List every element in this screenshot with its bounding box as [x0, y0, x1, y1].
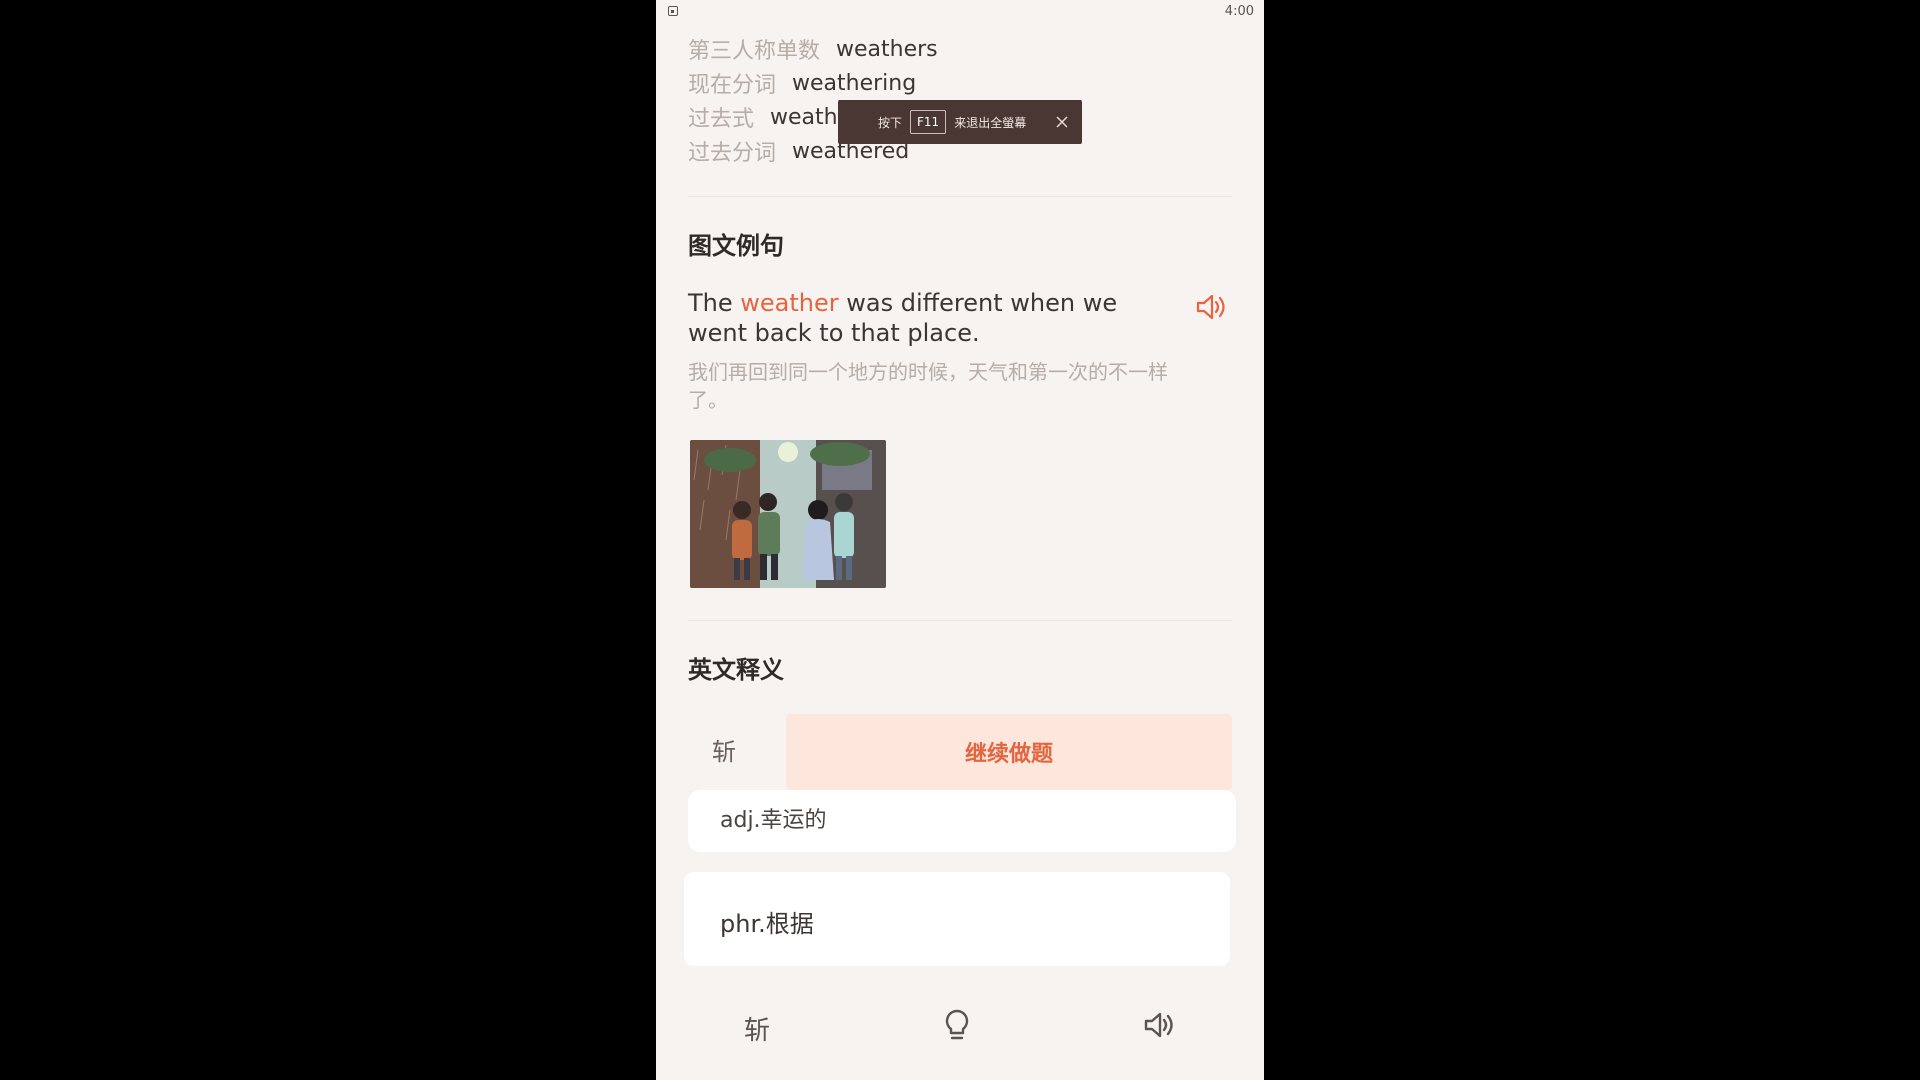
app-notification-icon [668, 6, 678, 16]
word-form-row: 第三人称单数 weathers [688, 32, 938, 66]
word-form-label: 现在分词 [688, 73, 777, 98]
word-form-value: weathers [836, 36, 938, 62]
close-icon[interactable] [1054, 114, 1070, 130]
section-divider [688, 196, 1232, 197]
example-illustration[interactable] [690, 440, 886, 588]
toast-key: F11 [910, 110, 947, 134]
speaker-icon[interactable] [1194, 292, 1228, 322]
toast-suffix: 来退出全螢幕 [954, 115, 1027, 130]
status-bar: 4:00 [656, 0, 1264, 24]
word-form-label: 第三人称单数 [688, 39, 821, 64]
sentence-part: The [688, 289, 741, 317]
word-form-label: 过去式 [688, 107, 755, 132]
word-form-value: weathering [792, 70, 917, 96]
bottom-toolbar: 斩 [656, 990, 1264, 1060]
english-definition-title: 英文释义 [688, 656, 784, 684]
word-form-label: 过去分词 [688, 141, 777, 166]
highlighted-word: weather [740, 289, 839, 317]
phrase-text: phr.根据 [720, 910, 814, 938]
lightbulb-icon[interactable] [943, 1008, 971, 1042]
answer-action-row: 斩 继续做题 [656, 706, 1264, 790]
bottom-skip-button[interactable]: 斩 [744, 1010, 770, 1047]
speaker-icon[interactable] [1142, 1010, 1176, 1040]
fullscreen-toast: 按下 F11 来退出全螢幕 [838, 100, 1082, 144]
status-time: 4:00 [1224, 4, 1254, 19]
definition-text: adj.幸运的 [720, 808, 827, 833]
continue-button[interactable]: 继续做题 [786, 714, 1232, 790]
phrase-option-card[interactable]: phr.根据 [684, 872, 1230, 966]
section-divider [688, 620, 1232, 621]
word-form-row: 现在分词 weathering [688, 66, 938, 100]
skip-button[interactable]: 斩 [712, 732, 736, 767]
app-screen: 4:00 第三人称单数 weathers 现在分词 weathering 过去式… [656, 0, 1264, 1080]
example-translation: 我们再回到同一个地方的时候，天气和第一次的不一样了。 [688, 360, 1168, 412]
toast-prefix: 按下 [878, 115, 903, 130]
example-sentence: The weather was different when we went b… [688, 288, 1158, 348]
example-section-title: 图文例句 [688, 232, 784, 260]
definition-card: adj.幸运的 [688, 790, 1236, 852]
